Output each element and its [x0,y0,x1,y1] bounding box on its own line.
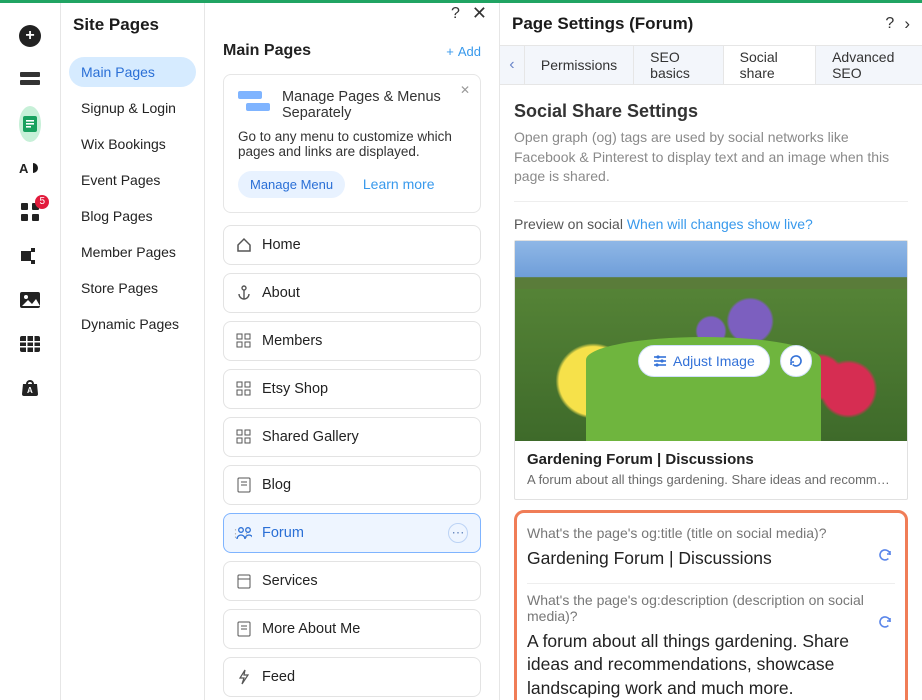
og-title-label: What's the page's og:title (title on soc… [527,525,895,541]
anchor-icon [236,285,252,301]
close-icon[interactable]: ✕ [472,3,487,24]
grid-icon [236,333,252,349]
tab-social-share[interactable]: Social share [724,46,816,84]
table-icon[interactable] [19,333,41,355]
grid-icon [236,381,252,397]
page-row-etsy[interactable]: Etsy Shop [223,369,481,409]
pages-list-title: Main Pages [223,42,446,60]
sliders-icon [653,355,667,367]
preview-link[interactable]: When will changes show live? [627,216,813,232]
svg-text:A: A [27,386,33,395]
chevron-right-icon[interactable]: › [904,14,910,34]
refresh-icon [788,353,804,369]
card-desc: A forum about all things gardening. Shar… [527,472,895,487]
cat-blog[interactable]: Blog Pages [69,201,196,231]
section-title: Social Share Settings [514,101,908,122]
page-row-services[interactable]: Services [223,561,481,601]
og-desc-label: What's the page's og:description (descri… [527,592,895,624]
pages-list-panel: ? ✕ Main Pages + Add ✕ Manage Pages & Me… [205,3,500,700]
image-icon[interactable] [19,289,41,311]
page-list: Home About Members Etsy Shop Shared Gall… [205,225,499,700]
page-row-gallery[interactable]: Shared Gallery [223,417,481,457]
layers-icon[interactable] [19,69,41,91]
page-settings-panel: Page Settings (Forum) ? › ‹ Permissions … [500,3,922,700]
section-desc: Open graph (og) tags are used by social … [514,128,908,187]
pages-icon[interactable] [19,113,41,135]
add-icon[interactable]: + [19,25,41,47]
refresh-image-button[interactable] [780,345,812,377]
info-body: Go to any menu to customize which pages … [238,129,466,159]
cat-signup[interactable]: Signup & Login [69,93,196,123]
info-card: ✕ Manage Pages & Menus Separately Go to … [223,74,481,213]
apps-icon[interactable]: 5 [19,201,41,223]
page-icon [236,477,252,493]
cat-main[interactable]: Main Pages [69,57,196,87]
page-row-blog[interactable]: Blog [223,465,481,505]
page-icon [236,621,252,637]
cat-store[interactable]: Store Pages [69,273,196,303]
page-row-forum[interactable]: ⋮⋮ Forum ⋯ [223,513,481,553]
preview-label: Preview on social [514,216,623,232]
tab-seo-basics[interactable]: SEO basics [634,46,723,84]
apps-badge: 5 [35,195,49,209]
panel-title: Page Settings (Forum) [512,14,693,34]
page-row-members[interactable]: Members [223,321,481,361]
close-icon[interactable]: ✕ [460,83,470,97]
site-pages-title: Site Pages [61,3,204,47]
calendar-icon [236,573,252,589]
og-title-input[interactable]: Gardening Forum | Discussions [527,547,895,571]
page-row-moreabout[interactable]: More About Me [223,609,481,649]
plugin-icon[interactable] [19,245,41,267]
cat-dynamic[interactable]: Dynamic Pages [69,309,196,339]
tabs-back-icon[interactable]: ‹ [500,46,525,84]
site-pages-panel: Site Pages Main Pages Signup & Login Wix… [60,3,205,700]
cat-bookings[interactable]: Wix Bookings [69,129,196,159]
drag-handle-icon[interactable]: ⋮⋮ [230,527,236,540]
card-title: Gardening Forum | Discussions [527,451,895,468]
adjust-image-button[interactable]: Adjust Image [638,345,770,377]
cat-events[interactable]: Event Pages [69,165,196,195]
og-desc-input[interactable]: A forum about all things gardening. Shar… [527,630,895,700]
help-icon[interactable]: ? [885,15,894,33]
revert-icon[interactable] [877,547,893,563]
menus-icon [238,89,272,117]
shop-icon[interactable]: A [19,377,41,399]
page-row-home[interactable]: Home [223,225,481,265]
tab-advanced-seo[interactable]: Advanced SEO [816,46,922,84]
social-preview-image: Adjust Image [515,241,907,441]
help-icon[interactable]: ? [451,5,460,23]
revert-icon[interactable] [877,614,893,630]
left-icon-rail: + A 5 A [0,3,60,700]
tabs: ‹ Permissions SEO basics Social share Ad… [500,45,922,85]
page-row-about[interactable]: About [223,273,481,313]
lightning-icon [236,669,252,685]
learn-more-link[interactable]: Learn more [363,176,435,192]
svg-text:A: A [19,161,29,176]
social-preview-card: Adjust Image Gardening Forum | Discussio… [514,240,908,500]
info-heading: Manage Pages & Menus Separately [282,89,466,121]
manage-menu-button[interactable]: Manage Menu [238,171,345,198]
tab-permissions[interactable]: Permissions [525,46,634,84]
cat-member[interactable]: Member Pages [69,237,196,267]
page-categories: Main Pages Signup & Login Wix Bookings E… [61,47,204,349]
text-color-icon[interactable]: A [19,157,41,179]
home-icon [236,237,252,253]
grid-icon [236,429,252,445]
add-page-button[interactable]: + Add [446,44,481,59]
more-icon[interactable]: ⋯ [448,523,468,543]
highlighted-fields: What's the page's og:title (title on soc… [514,510,908,700]
page-row-feed[interactable]: Feed [223,657,481,697]
